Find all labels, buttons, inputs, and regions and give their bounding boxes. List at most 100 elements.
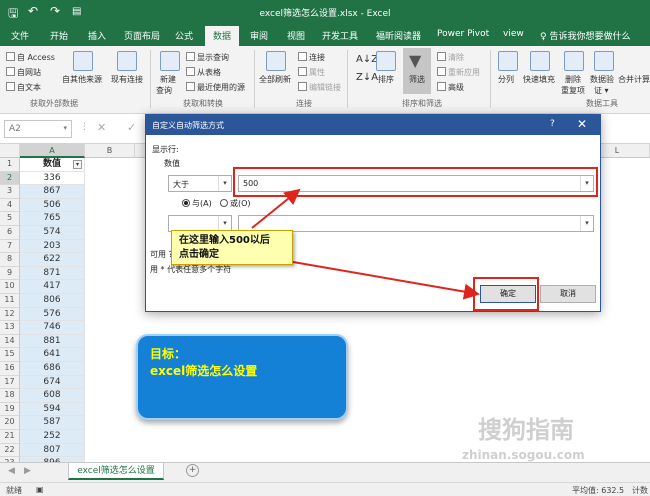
- tab-power-pivot[interactable]: Power Pivot: [437, 29, 489, 39]
- sheet-tab[interactable]: excel筛选怎么设置: [68, 463, 164, 480]
- data-validation-button[interactable]: 数据验: [590, 74, 614, 85]
- value-cell[interactable]: 587: [20, 416, 85, 430]
- row-header[interactable]: 7: [0, 239, 20, 254]
- column-header[interactable]: B: [85, 144, 135, 158]
- row-header[interactable]: 14: [0, 334, 20, 349]
- name-box[interactable]: A2 ▾: [4, 120, 72, 138]
- help-icon[interactable]: ?: [550, 119, 555, 129]
- value-cell[interactable]: 867: [20, 185, 85, 199]
- row-header[interactable]: 9: [0, 266, 20, 281]
- value-cell[interactable]: 252: [20, 430, 85, 444]
- tab-review[interactable]: 审阅: [250, 29, 268, 42]
- tab-view[interactable]: 视图: [287, 29, 305, 42]
- reapply-button[interactable]: 重新应用: [437, 67, 480, 78]
- close-icon[interactable]: ✕: [577, 117, 587, 131]
- row-header[interactable]: 15: [0, 348, 20, 362]
- tab-foxit[interactable]: 福昕阅读器: [376, 29, 421, 42]
- row-header[interactable]: 8: [0, 253, 20, 267]
- clear-button[interactable]: 清除: [437, 52, 464, 63]
- refresh-all-button[interactable]: 全部刷新: [259, 74, 291, 85]
- value-cell[interactable]: 574: [20, 226, 85, 240]
- sort-button[interactable]: 排序: [378, 74, 394, 85]
- header-cell[interactable]: 数值 ▾: [20, 158, 85, 172]
- value-cell[interactable]: 807: [20, 443, 85, 458]
- value-cell[interactable]: 641: [20, 348, 85, 362]
- from-web-button[interactable]: 自网站: [6, 67, 41, 78]
- filter-dropdown-icon[interactable]: ▾: [73, 160, 82, 169]
- row-header[interactable]: 22: [0, 443, 20, 458]
- value-cell[interactable]: 622: [20, 253, 85, 267]
- value-cell[interactable]: 203: [20, 239, 85, 254]
- filter-button[interactable]: 筛选: [409, 74, 425, 85]
- from-table-button[interactable]: 从表格: [186, 67, 221, 78]
- row-header[interactable]: 12: [0, 307, 20, 322]
- macro-record-icon[interactable]: ▣: [36, 485, 44, 494]
- new-query-button[interactable]: 新建: [160, 74, 176, 85]
- show-queries-button[interactable]: 显示查询: [186, 52, 229, 63]
- remove-duplicates-button[interactable]: 删除: [565, 74, 581, 85]
- tab-data[interactable]: 数据: [205, 26, 240, 46]
- split-columns-button[interactable]: 分列: [498, 74, 514, 85]
- from-access-button[interactable]: 自 Access: [6, 52, 55, 63]
- value-cell[interactable]: 576: [20, 307, 85, 322]
- cancel-formula-icon[interactable]: ✕: [97, 121, 106, 134]
- row-header[interactable]: 10: [0, 280, 20, 294]
- existing-connections-button[interactable]: 现有连接: [111, 74, 143, 85]
- tab-insert[interactable]: 插入: [88, 29, 106, 42]
- row-header[interactable]: 19: [0, 402, 20, 417]
- scroll-right-icon[interactable]: ▶: [24, 466, 31, 476]
- value-cell[interactable]: 765: [20, 212, 85, 226]
- tab-view-en[interactable]: view: [503, 29, 524, 39]
- value-cell[interactable]: 881: [20, 334, 85, 349]
- row-header[interactable]: 18: [0, 389, 20, 403]
- row-header[interactable]: 17: [0, 375, 20, 390]
- value-cell[interactable]: 506: [20, 198, 85, 213]
- row-header[interactable]: 5: [0, 212, 20, 226]
- connections-button[interactable]: 连接: [298, 52, 325, 63]
- flash-fill-button[interactable]: 快速填充: [523, 74, 555, 85]
- row-header[interactable]: 11: [0, 294, 20, 308]
- column-header[interactable]: A: [20, 144, 85, 158]
- row-header[interactable]: 3: [0, 185, 20, 199]
- row-header[interactable]: 2: [0, 171, 20, 186]
- select-all-corner[interactable]: [0, 144, 20, 158]
- row-header[interactable]: 16: [0, 362, 20, 376]
- enter-formula-icon[interactable]: ✓: [127, 121, 136, 134]
- value-cell[interactable]: 674: [20, 375, 85, 390]
- value-cell[interactable]: 336: [20, 171, 85, 186]
- tab-file[interactable]: 文件: [11, 29, 29, 42]
- consolidate-button[interactable]: 合并计算: [618, 74, 650, 85]
- operator-dropdown[interactable]: 大于 ▾: [168, 175, 232, 192]
- row-header[interactable]: 20: [0, 416, 20, 430]
- scroll-left-icon[interactable]: ◀: [8, 466, 15, 476]
- other-sources-button[interactable]: 自其他来源: [62, 74, 102, 85]
- sort-desc-icon[interactable]: Z↓A: [356, 72, 378, 83]
- tab-home[interactable]: 开始: [50, 29, 68, 42]
- sort-asc-icon[interactable]: A↓Z: [356, 54, 378, 65]
- or-radio[interactable]: 或(O): [220, 198, 251, 209]
- value-cell[interactable]: 746: [20, 321, 85, 335]
- advanced-button[interactable]: 高级: [437, 82, 464, 93]
- tab-developer[interactable]: 开发工具: [322, 29, 358, 42]
- row-header[interactable]: 21: [0, 430, 20, 444]
- recent-sources-button[interactable]: 最近使用的源: [186, 82, 245, 93]
- cancel-button[interactable]: 取消: [540, 285, 596, 303]
- value-cell[interactable]: 594: [20, 402, 85, 417]
- tab-formulas[interactable]: 公式: [175, 29, 193, 42]
- row-header[interactable]: 13: [0, 321, 20, 335]
- value-cell[interactable]: 608: [20, 389, 85, 403]
- tab-page-layout[interactable]: 页面布局: [124, 29, 160, 42]
- and-radio[interactable]: 与(A): [182, 198, 212, 209]
- tell-me-search[interactable]: ♀ 告诉我你想要做什么: [540, 29, 630, 42]
- properties-button[interactable]: 属性: [298, 67, 325, 78]
- value-cell[interactable]: 686: [20, 362, 85, 376]
- edit-links-button[interactable]: 编辑链接: [298, 82, 341, 93]
- from-text-button[interactable]: 自文本: [6, 82, 41, 93]
- value-cell[interactable]: 871: [20, 266, 85, 281]
- value-cell[interactable]: 417: [20, 280, 85, 294]
- row-header[interactable]: 6: [0, 226, 20, 240]
- row-header[interactable]: 4: [0, 198, 20, 213]
- add-sheet-icon[interactable]: +: [186, 464, 199, 477]
- value-cell[interactable]: 806: [20, 294, 85, 308]
- row-header[interactable]: 1: [0, 158, 20, 172]
